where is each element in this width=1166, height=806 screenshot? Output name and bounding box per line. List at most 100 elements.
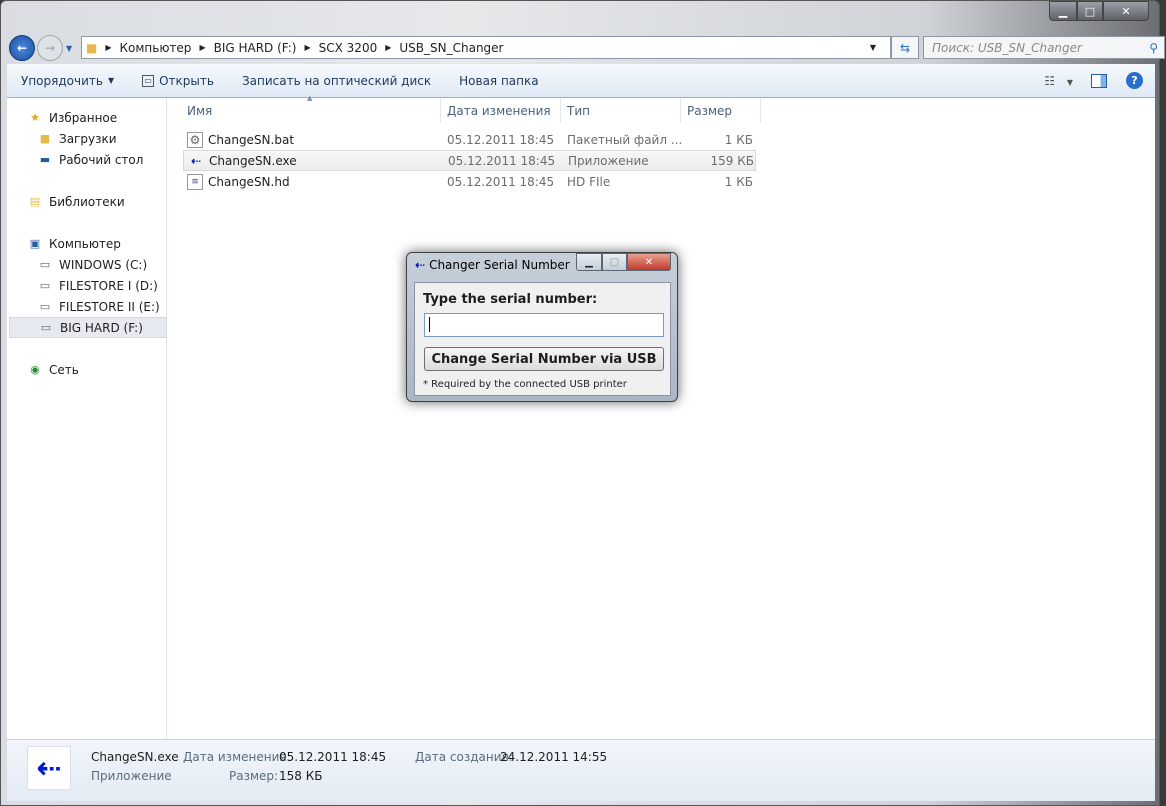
address-dropdown-icon[interactable]: ▼: [870, 43, 876, 52]
breadcrumb-drive[interactable]: BIG HARD (F:): [214, 41, 297, 55]
serial-number-input[interactable]: [424, 313, 664, 337]
forward-button[interactable]: →: [37, 35, 63, 61]
file-name: ChangeSN.bat: [208, 132, 295, 147]
sidebar-item-drive-d[interactable]: ▭ FILESTORE I (D:): [37, 275, 195, 296]
sidebar-item-drive-c[interactable]: ▭ WINDOWS (C:): [37, 254, 195, 275]
details-created-value: 24.12.2011 14:55: [500, 750, 608, 764]
sidebar-item-drive-e[interactable]: ▭ FILESTORE II (E:): [37, 296, 195, 317]
view-options-button[interactable]: ☷ ▼: [1044, 74, 1073, 88]
sidebar-item-libraries[interactable]: ▤ Библиотеки: [27, 191, 185, 212]
change-serial-button-label: Change Serial Number via USB: [431, 351, 657, 367]
column-label: Имя: [187, 103, 213, 118]
new-folder-label: Новая папка: [459, 73, 539, 88]
drive-icon: ▭: [39, 279, 51, 292]
file-row-selected[interactable]: ⇠ ChangeSN.exe 05.12.2011 18:45 Приложени…: [183, 150, 756, 171]
breadcrumb-folder[interactable]: USB_SN_Changer: [399, 41, 503, 55]
required-note: * Required by the connected USB printer: [423, 379, 627, 390]
breadcrumb-scx[interactable]: SCX 3200: [319, 41, 378, 55]
open-icon: ▭: [142, 74, 155, 87]
details-file-name: ChangeSN.exe: [91, 750, 179, 764]
dialog-minimize-button[interactable]: ▁: [576, 253, 602, 271]
content-area: ★ Избранное ■ Загрузки ▬ Рабочий стол ▤ Библ…: [7, 94, 1155, 739]
sort-ascending-icon: ▲: [307, 94, 313, 102]
recent-pages-dropdown[interactable]: ▼: [66, 44, 72, 53]
address-bar[interactable]: ■ ▶ Компьютер ▶ BIG HARD (F:) ▶ SCX 3200 ▶ U…: [81, 36, 891, 59]
details-created-label: Дата создания:: [415, 750, 513, 764]
open-button[interactable]: ▭ Открыть: [128, 74, 228, 88]
libraries-icon: ▤: [29, 195, 41, 208]
column-label: Размер: [687, 103, 733, 118]
search-placeholder: Поиск: USB_SN_Changer: [932, 40, 1082, 55]
drive-icon: ▭: [39, 258, 51, 271]
organize-button[interactable]: Упорядочить ▼: [7, 74, 128, 88]
search-input[interactable]: Поиск: USB_SN_Changer ⚲: [923, 36, 1165, 59]
sidebar-label: Библиотеки: [49, 194, 125, 209]
minimize-button[interactable]: ▁: [1049, 1, 1077, 21]
sidebar-label: BIG HARD (F:): [60, 320, 143, 335]
back-button[interactable]: ←: [9, 35, 35, 61]
desktop-icon: ▬: [39, 153, 51, 166]
command-bar: Упорядочить ▼ ▭ Открыть Записать на оптиче…: [7, 64, 1155, 98]
star-icon: ★: [30, 111, 40, 124]
help-button[interactable]: ?: [1126, 72, 1143, 89]
burn-label: Записать на оптический диск: [241, 73, 432, 88]
sidebar-label: FILESTORE II (E:): [59, 299, 160, 314]
open-label: Открыть: [159, 73, 214, 88]
burn-button[interactable]: Записать на оптический диск: [228, 74, 445, 88]
sidebar-item-network[interactable]: ◉ Сеть: [27, 359, 185, 380]
sidebar-label: Сеть: [49, 362, 79, 377]
search-icon: ⚲: [1149, 40, 1158, 55]
computer-icon: ▣: [29, 237, 41, 250]
generic-file-icon: ≡: [187, 173, 203, 190]
sidebar-label: Рабочий стол: [59, 152, 144, 167]
drive-icon: ▭: [39, 300, 51, 313]
details-size-label: Размер:: [229, 769, 279, 783]
sidebar-label: Избранное: [49, 110, 118, 125]
dialog-close-button[interactable]: ✕: [627, 253, 671, 271]
file-name: ChangeSN.exe: [209, 153, 297, 168]
new-folder-button[interactable]: Новая папка: [445, 74, 552, 88]
details-pane: ⇠ ChangeSN.exe Приложение Дата изменения…: [7, 739, 1155, 801]
changer-serial-dialog: ⇠ Changer Serial Number ▁ □ ✕ Type the se…: [406, 252, 678, 402]
serial-prompt-label: Type the serial number:: [423, 292, 598, 307]
file-size: 159 КБ: [710, 153, 754, 168]
preview-pane-button[interactable]: [1091, 73, 1107, 88]
navigation-bar: ← → ▼ ■ ▶ Компьютер ▶ BIG HARD (F:) ▶ SCX 3…: [9, 35, 1165, 61]
file-size: 1 КБ: [724, 174, 753, 189]
dialog-title: Changer Serial Number: [429, 258, 570, 272]
file-type: HD FIle: [567, 174, 611, 189]
usb-icon: ⇠: [415, 258, 426, 272]
organize-label: Упорядочить: [21, 73, 103, 88]
maximize-button[interactable]: □: [1077, 1, 1103, 21]
sidebar-item-drive-f[interactable]: ▭ BIG HARD (F:): [9, 317, 167, 338]
sidebar-item-desktop[interactable]: ▬ Рабочий стол: [37, 149, 195, 170]
sidebar-label: WINDOWS (C:): [59, 257, 148, 272]
batch-file-icon: ⚙: [187, 131, 203, 148]
column-header-name[interactable]: Имя ▲: [181, 94, 441, 123]
change-serial-button[interactable]: Change Serial Number via USB: [424, 347, 664, 371]
column-header-date[interactable]: Дата изменения: [441, 98, 561, 123]
sidebar-label: Загрузки: [59, 131, 117, 146]
sidebar-item-downloads[interactable]: ■ Загрузки: [37, 128, 195, 149]
file-date: 05.12.2011 18:45: [447, 132, 555, 147]
file-row[interactable]: ⚙ ChangeSN.bat 05.12.2011 18:45 Пакетный …: [183, 129, 756, 150]
sidebar-item-favorites[interactable]: ★ Избранное: [27, 107, 185, 128]
refresh-button[interactable]: ⇆: [891, 36, 919, 59]
file-date: 05.12.2011 18:45: [448, 153, 556, 168]
column-header-type[interactable]: Тип: [561, 98, 681, 123]
drive-icon: ▭: [40, 321, 52, 334]
dialog-maximize-button[interactable]: □: [602, 253, 627, 271]
file-row[interactable]: ≡ ChangeSN.hd 05.12.2011 18:45 HD FIle 1 …: [183, 171, 756, 192]
column-header-size[interactable]: Размер: [681, 98, 761, 123]
column-label: Тип: [567, 103, 590, 118]
usb-large-icon: ⇠: [27, 746, 71, 790]
downloads-folder-icon: ■: [39, 132, 51, 145]
close-button[interactable]: ✕: [1103, 1, 1149, 21]
sidebar-item-computer[interactable]: ▣ Компьютер: [27, 233, 185, 254]
column-label: Дата изменения: [447, 103, 551, 118]
file-date: 05.12.2011 18:45: [447, 174, 555, 189]
sidebar-label: Компьютер: [49, 236, 121, 251]
breadcrumb-computer[interactable]: Компьютер: [120, 41, 192, 55]
details-modified-value: 05.12.2011 18:45: [279, 750, 387, 764]
file-type: Приложение: [568, 153, 649, 168]
